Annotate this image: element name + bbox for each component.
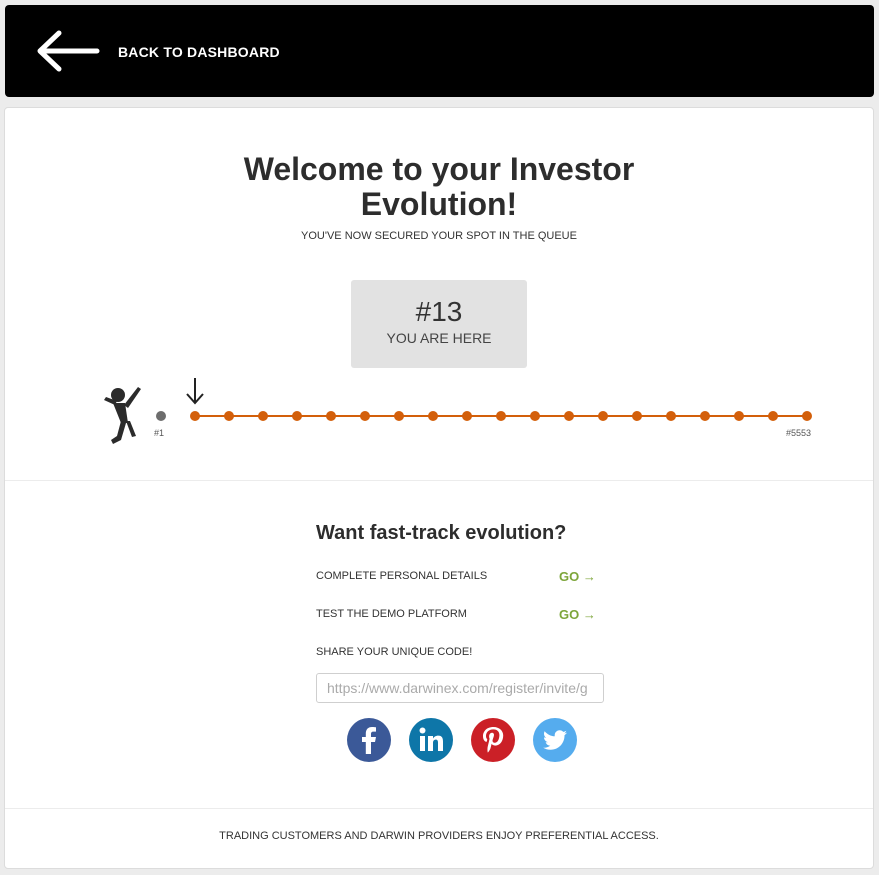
queue-dot xyxy=(768,411,778,421)
twitter-button[interactable] xyxy=(533,718,577,762)
footer-divider xyxy=(5,808,873,809)
queue-last-label: #5553 xyxy=(786,428,812,438)
queue-dot xyxy=(190,411,200,421)
page-subtitle: YOU'VE NOW SECURED YOUR SPOT IN THE QUEU… xyxy=(301,230,577,242)
linkedin-icon xyxy=(409,718,453,762)
share-code-label: SHARE YOUR UNIQUE CODE! xyxy=(316,646,473,658)
page-title: Welcome to your Investor Evolution! xyxy=(5,152,873,222)
pinterest-icon xyxy=(471,718,515,762)
queue-track: #1 #5553 xyxy=(5,368,875,458)
linkedin-button[interactable] xyxy=(409,718,453,762)
queue-dot xyxy=(428,411,438,421)
back-to-dashboard-button[interactable]: BACK TO DASHBOARD xyxy=(35,29,280,75)
queue-first-label: #1 xyxy=(154,428,165,438)
queue-dot xyxy=(326,411,336,421)
facebook-button[interactable] xyxy=(347,718,391,762)
section-divider xyxy=(5,480,873,481)
queue-dot xyxy=(598,411,608,421)
queue-dot xyxy=(224,411,234,421)
jumping-person-icon xyxy=(104,387,141,444)
arrow-left-icon xyxy=(37,30,100,72)
queue-dot xyxy=(802,411,812,421)
queue-dot xyxy=(394,411,404,421)
evolution-card: Welcome to your Investor Evolution! YOU'… xyxy=(4,107,874,869)
page-title-line-2: Evolution! xyxy=(360,186,518,222)
twitter-icon xyxy=(533,718,577,762)
queue-dot xyxy=(496,411,506,421)
go-demo-platform-link[interactable]: GO → xyxy=(559,607,596,622)
queue-dot xyxy=(700,411,710,421)
queue-position-label: YOU ARE HERE xyxy=(386,330,492,346)
queue-dot xyxy=(734,411,744,421)
queue-position-number: #13 xyxy=(415,296,463,327)
task-demo-platform-label: TEST THE DEMO PLATFORM xyxy=(316,608,467,620)
queue-head-dot xyxy=(156,411,166,421)
queue-position-box: #13 YOU ARE HERE xyxy=(351,280,527,368)
pinterest-button[interactable] xyxy=(471,718,515,762)
arrow-down-icon xyxy=(186,378,204,405)
invite-link-input[interactable] xyxy=(316,673,604,703)
fast-track-title: Want fast-track evolution? xyxy=(316,522,567,544)
page-title-line-1: Welcome to your Investor xyxy=(243,151,635,187)
queue-dot xyxy=(666,411,676,421)
back-to-dashboard-label[interactable]: BACK TO DASHBOARD xyxy=(118,44,280,60)
queue-dot xyxy=(564,411,574,421)
facebook-icon xyxy=(347,718,391,762)
task-personal-details-label: COMPLETE PERSONAL DETAILS xyxy=(316,570,488,582)
queue-dot xyxy=(292,411,302,421)
footer-note: TRADING CUSTOMERS AND DARWIN PROVIDERS E… xyxy=(219,830,659,842)
queue-dot xyxy=(360,411,370,421)
top-bar: BACK TO DASHBOARD xyxy=(5,5,874,97)
queue-dot xyxy=(462,411,472,421)
go-personal-details-link[interactable]: GO → xyxy=(559,569,596,584)
queue-dot xyxy=(530,411,540,421)
queue-track-graphic xyxy=(104,378,812,444)
queue-dot xyxy=(258,411,268,421)
queue-dot xyxy=(632,411,642,421)
